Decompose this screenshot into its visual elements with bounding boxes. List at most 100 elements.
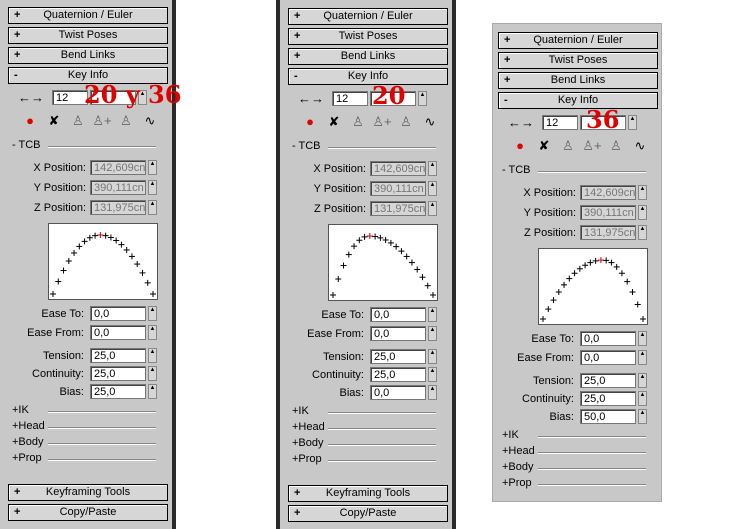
panel-2-scrollbar[interactable] (452, 0, 456, 529)
z-pos-field[interactable]: 131,975cn (580, 225, 636, 240)
key-time-spinner[interactable]: ▲ (628, 115, 637, 130)
delete-icon[interactable]: ✘ (532, 138, 556, 154)
bias-field[interactable]: 50,0 (580, 409, 636, 424)
x-pos-field[interactable]: 142,609cn (90, 160, 146, 175)
continuity-field[interactable]: 25,0 (370, 367, 426, 382)
prev-next-key-arrows[interactable]: ←→ (298, 91, 324, 106)
y-pos-field[interactable]: 390,111cn (370, 181, 426, 196)
y-pos-spinner[interactable]: ▲ (428, 181, 437, 196)
rollout-ik[interactable]: +IK (292, 405, 309, 417)
rollout-prop[interactable]: +Prop (502, 477, 532, 489)
rollout-body[interactable]: +Body (502, 461, 534, 473)
ease-from-spinner[interactable]: ▲ (428, 326, 437, 341)
delete-icon[interactable]: ✘ (322, 114, 346, 130)
rollout-head[interactable]: +Head (502, 445, 535, 457)
rollout-quaternion[interactable]: + Quaternion / Euler (288, 8, 448, 25)
ease-to-spinner[interactable]: ▲ (638, 331, 647, 346)
continuity-field[interactable]: 25,0 (580, 391, 636, 406)
rollout-copy-paste[interactable]: + Copy/Paste (8, 504, 168, 521)
x-pos-spinner[interactable]: ▲ (428, 161, 437, 176)
y-pos-field[interactable]: 390,111cn (90, 180, 146, 195)
continuity-field[interactable]: 25,0 (90, 366, 146, 381)
ease-to-spinner[interactable]: ▲ (428, 307, 437, 322)
ease-to-field[interactable]: 0,0 (580, 331, 636, 346)
ease-from-spinner[interactable]: ▲ (638, 350, 647, 365)
key-plus-icon[interactable]: ♙+ (580, 138, 604, 154)
key-number-field[interactable]: 12 (332, 91, 368, 106)
curve-icon[interactable]: ∿ (628, 138, 652, 154)
key-plus-icon[interactable]: ♙+ (90, 113, 114, 129)
rollout-ik[interactable]: +IK (12, 404, 29, 416)
rollout-bend[interactable]: + Bend Links (8, 47, 168, 64)
ease-to-field[interactable]: 0,0 (90, 306, 146, 321)
key-icon[interactable]: ♙ (346, 114, 370, 130)
tension-field[interactable]: 25,0 (90, 348, 146, 363)
key-icon[interactable]: ♙ (66, 113, 90, 129)
curve-icon[interactable]: ∿ (138, 113, 162, 129)
x-pos-spinner[interactable]: ▲ (638, 185, 647, 200)
tension-field[interactable]: 25,0 (580, 373, 636, 388)
bias-spinner[interactable]: ▲ (638, 409, 647, 424)
key-b-icon[interactable]: ♙ (604, 138, 628, 154)
tension-spinner[interactable]: ▲ (638, 373, 647, 388)
z-pos-spinner[interactable]: ▲ (428, 201, 437, 216)
x-pos-spinner[interactable]: ▲ (148, 160, 157, 175)
bias-field[interactable]: 25,0 (90, 384, 146, 399)
delete-icon[interactable]: ✘ (42, 113, 66, 129)
prev-next-key-arrows[interactable]: ←→ (508, 115, 534, 130)
rollout-head[interactable]: +Head (12, 420, 45, 432)
rollout-keyframing[interactable]: + Keyframing Tools (8, 484, 168, 501)
x-pos-field[interactable]: 142,609cn (580, 185, 636, 200)
rollout-body[interactable]: +Body (292, 437, 324, 449)
rollout-key-info[interactable]: - Key Info (498, 92, 658, 109)
key-icon[interactable]: ♙ (556, 138, 580, 154)
ease-to-field[interactable]: 0,0 (370, 307, 426, 322)
rollout-key-info[interactable]: - Key Info (288, 68, 448, 85)
ease-from-field[interactable]: 0,0 (90, 325, 146, 340)
continuity-spinner[interactable]: ▲ (428, 367, 437, 382)
z-pos-spinner[interactable]: ▲ (638, 225, 647, 240)
rollout-bend[interactable]: + Bend Links (498, 72, 658, 89)
ease-to-spinner[interactable]: ▲ (148, 306, 157, 321)
curve-icon[interactable]: ∿ (418, 114, 442, 130)
tension-field[interactable]: 25,0 (370, 349, 426, 364)
bias-spinner[interactable]: ▲ (148, 384, 157, 399)
z-pos-field[interactable]: 131,975cn (90, 200, 146, 215)
key-number-field[interactable]: 12 (52, 90, 88, 105)
bias-field[interactable]: 0,0 (370, 385, 426, 400)
continuity-spinner[interactable]: ▲ (148, 366, 157, 381)
y-pos-spinner[interactable]: ▲ (148, 180, 157, 195)
rollout-copy-paste[interactable]: + Copy/Paste (288, 505, 448, 522)
tension-spinner[interactable]: ▲ (148, 348, 157, 363)
ease-from-field[interactable]: 0,0 (580, 350, 636, 365)
x-pos-field[interactable]: 142,609cn (370, 161, 426, 176)
record-icon[interactable]: ● (298, 114, 322, 129)
rollout-quaternion[interactable]: + Quaternion / Euler (8, 7, 168, 24)
rollout-prop[interactable]: +Prop (292, 453, 322, 465)
key-plus-icon[interactable]: ♙+ (370, 114, 394, 130)
key-b-icon[interactable]: ♙ (114, 113, 138, 129)
z-pos-spinner[interactable]: ▲ (148, 200, 157, 215)
prev-next-key-arrows[interactable]: ←→ (18, 90, 44, 105)
z-pos-field[interactable]: 131,975cn (370, 201, 426, 216)
y-pos-spinner[interactable]: ▲ (638, 205, 647, 220)
rollout-keyframing[interactable]: + Keyframing Tools (288, 485, 448, 502)
rollout-quaternion[interactable]: + Quaternion / Euler (498, 32, 658, 49)
record-icon[interactable]: ● (18, 113, 42, 128)
key-number-field[interactable]: 12 (542, 115, 578, 130)
tension-spinner[interactable]: ▲ (428, 349, 437, 364)
rollout-twist[interactable]: + Twist Poses (498, 52, 658, 69)
rollout-twist[interactable]: + Twist Poses (8, 27, 168, 44)
ease-from-spinner[interactable]: ▲ (148, 325, 157, 340)
key-time-spinner[interactable]: ▲ (418, 91, 427, 106)
ease-from-field[interactable]: 0,0 (370, 326, 426, 341)
continuity-spinner[interactable]: ▲ (638, 391, 647, 406)
bias-spinner[interactable]: ▲ (428, 385, 437, 400)
rollout-body[interactable]: +Body (12, 436, 44, 448)
rollout-twist[interactable]: + Twist Poses (288, 28, 448, 45)
record-icon[interactable]: ● (508, 138, 532, 153)
rollout-bend[interactable]: + Bend Links (288, 48, 448, 65)
rollout-head[interactable]: +Head (292, 421, 325, 433)
key-b-icon[interactable]: ♙ (394, 114, 418, 130)
y-pos-field[interactable]: 390,111cn (580, 205, 636, 220)
